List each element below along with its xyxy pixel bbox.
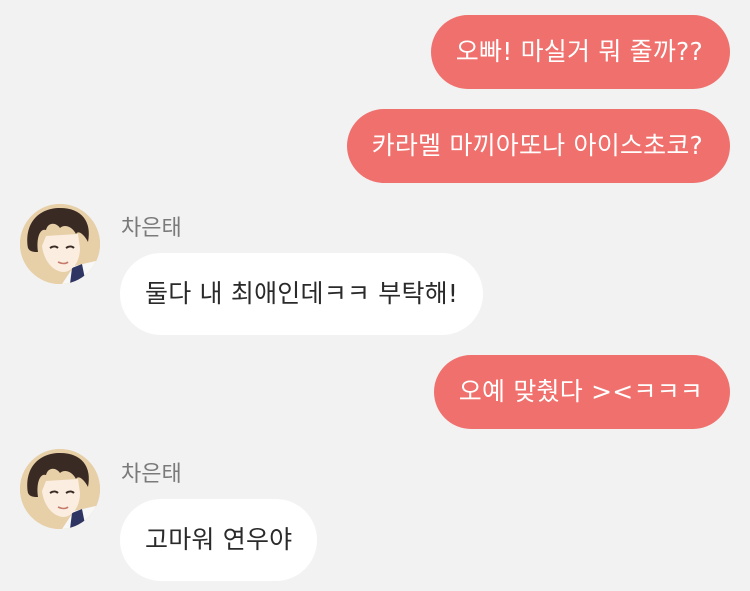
sender-name: 차은태 [121, 462, 182, 487]
sender-name: 차은태 [121, 216, 182, 241]
sender-avatar[interactable] [20, 449, 100, 529]
avatar-illustration-icon [20, 449, 100, 529]
incoming-message-bubble[interactable]: 고마워 연우야 [120, 499, 318, 581]
sender-avatar[interactable] [20, 204, 100, 284]
outgoing-message-bubble[interactable]: 오예 맞췄다 ><ㅋㅋㅋ [433, 355, 730, 429]
outgoing-message-bubble[interactable]: 오빠! 마실거 뭐 줄까?? [430, 15, 730, 89]
outgoing-message-bubble[interactable]: 카라멜 마끼아또나 아이스초코? [346, 109, 730, 183]
chat-thread: 오빠! 마실거 뭐 줄까?? 카라멜 마끼아또나 아이스초코? 차은태 둘다 내… [0, 0, 750, 591]
avatar-illustration-icon [20, 204, 100, 284]
incoming-message-bubble[interactable]: 둘다 내 최애인데ㅋㅋ 부탁해! [120, 253, 484, 335]
